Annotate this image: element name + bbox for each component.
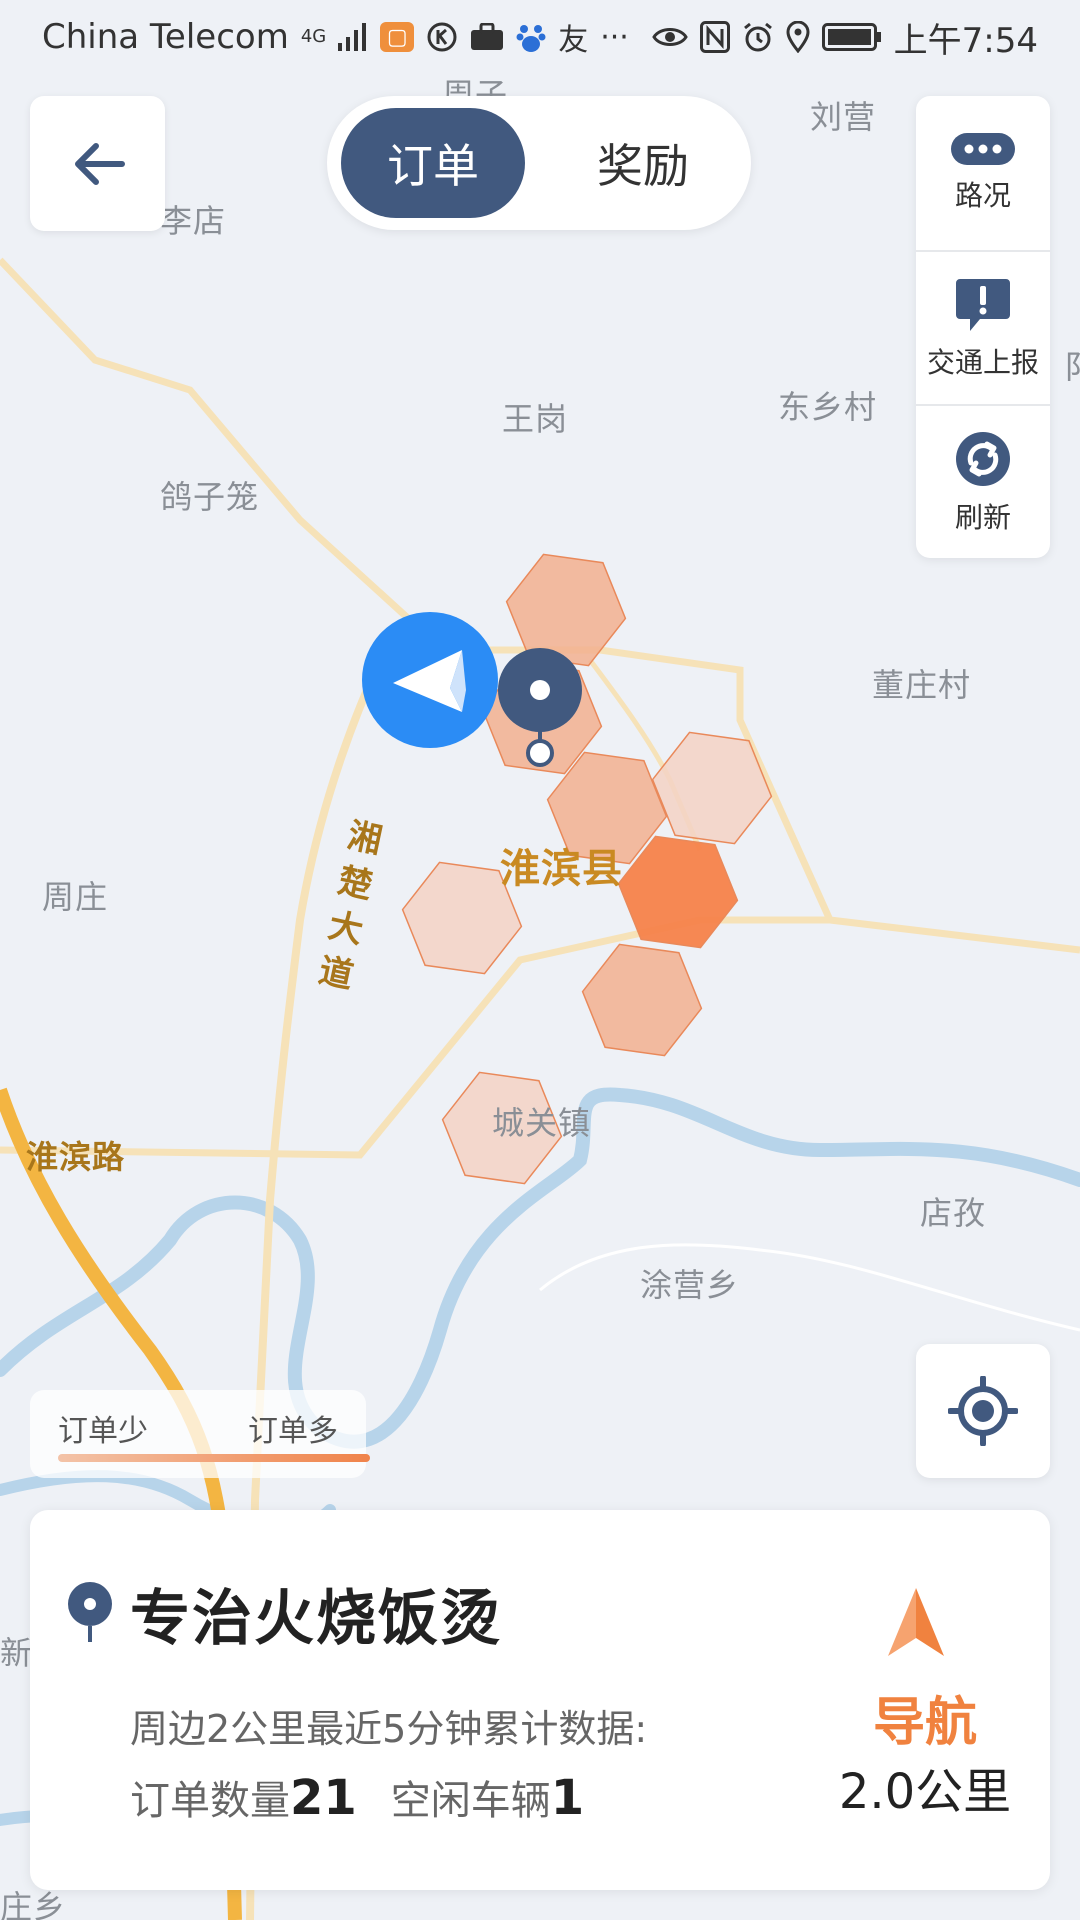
map-label: 董庄村 xyxy=(872,666,972,704)
alarm-icon xyxy=(742,21,774,53)
road-label: 淮滨路 xyxy=(26,1138,126,1176)
carrier-name: China Telecom xyxy=(42,17,289,57)
map-label: 刘营 xyxy=(810,98,877,136)
signal-icon: 4G xyxy=(300,26,327,47)
stats-row: 订单数量 21 空闲车辆 1 xyxy=(130,1768,618,1826)
shopping-app-icon: ▢ xyxy=(380,22,415,52)
k-app-icon xyxy=(426,21,458,53)
map-label: 李店 xyxy=(160,202,227,240)
back-button[interactable] xyxy=(30,96,165,231)
stats-description: 周边2公里最近5分钟累计数据: xyxy=(130,1707,648,1751)
place-name: 专治火烧饭烫 xyxy=(130,1584,502,1654)
tab-orders[interactable]: 订单 xyxy=(341,108,525,218)
navigate-button[interactable]: 导航 xyxy=(810,1680,1040,1755)
idle-vehicles-label: 空闲车辆 xyxy=(390,1778,551,1824)
exclamation-bubble-icon xyxy=(956,279,1010,331)
more-notifications-icon: ··· xyxy=(600,19,629,55)
chat-app-icon: 友 xyxy=(558,23,589,58)
navigation-arrow-icon[interactable] xyxy=(886,1586,946,1658)
refresh-label: 刷新 xyxy=(954,501,1011,534)
map-label: 鸽子笼 xyxy=(160,478,260,516)
crosshair-icon xyxy=(948,1376,1018,1446)
paw-app-icon xyxy=(516,21,546,53)
traffic-dots-icon xyxy=(951,133,1015,165)
map-pin-icon xyxy=(68,1582,112,1642)
screen: 周子 刘营 李店 王岗 东乡村 鸽子笼 董庄村 周庄 淮滨县 淮滨路 湘楚大道 … xyxy=(0,0,1080,1920)
status-right: 上午7:54 xyxy=(651,13,1038,62)
map-label: 阝 xyxy=(1064,342,1080,388)
map-label: 东乡村 xyxy=(778,388,878,426)
map-label: 王岗 xyxy=(502,400,569,438)
legend-gradient-bar xyxy=(58,1454,370,1462)
traffic-label: 路况 xyxy=(954,179,1011,212)
refresh-icon xyxy=(956,432,1010,486)
status-left: China Telecom 4G ▢ 友 ··· xyxy=(42,15,629,59)
legend-low-label: 订单少 xyxy=(58,1414,148,1449)
map-label: 城关镇 xyxy=(492,1104,592,1142)
map-tool-panel: 路况 交通上报 刷新 xyxy=(916,96,1050,558)
mode-tab-switch: 订单 奖励 xyxy=(327,96,751,230)
status-bar: China Telecom 4G ▢ 友 ··· 上午7:54 xyxy=(0,0,1080,74)
current-location-marker xyxy=(362,612,498,748)
tab-rewards[interactable]: 奖励 xyxy=(551,108,735,218)
county-label: 淮滨县 xyxy=(500,846,623,892)
signal-bars-icon xyxy=(338,23,368,51)
traffic-report-button[interactable]: 交通上报 xyxy=(916,250,1050,406)
traffic-report-label: 交通上报 xyxy=(926,346,1039,379)
traffic-button[interactable]: 路况 xyxy=(916,96,1050,250)
orders-count: 21 xyxy=(290,1770,357,1826)
orders-count-label: 订单数量 xyxy=(130,1778,290,1824)
locate-me-button[interactable] xyxy=(916,1344,1050,1478)
map-label: 周庄 xyxy=(42,878,109,916)
location-icon xyxy=(786,21,810,53)
eye-icon xyxy=(651,24,688,50)
legend-high-label: 订单多 xyxy=(248,1414,338,1449)
clock-time: 上午7:54 xyxy=(893,20,1038,61)
briefcase-icon xyxy=(470,23,504,51)
network-type: 4G xyxy=(300,26,327,47)
map-label: 店孜 xyxy=(920,1194,987,1232)
idle-vehicles-count: 1 xyxy=(550,1770,585,1826)
nfc-icon xyxy=(699,21,730,53)
distance-value: 2.0公里 xyxy=(838,1764,1012,1820)
map-label: 新 xyxy=(0,1634,34,1672)
location-info-card[interactable]: 专治火烧饭烫 周边2公里最近5分钟累计数据: 订单数量 21 空闲车辆 1 导航… xyxy=(30,1510,1050,1890)
arrow-left-icon xyxy=(74,142,125,185)
order-density-legend: 订单少 订单多 xyxy=(30,1390,370,1478)
map-label: 涂营乡 xyxy=(640,1266,740,1304)
refresh-button[interactable]: 刷新 xyxy=(916,404,1050,560)
battery-icon xyxy=(821,23,882,51)
